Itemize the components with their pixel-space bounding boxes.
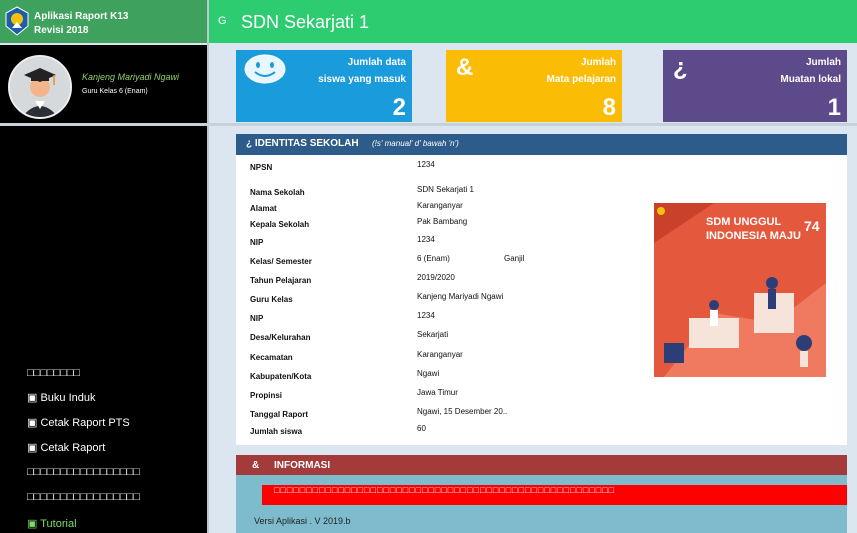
identity-value[interactable]: 2019/2020	[417, 273, 455, 282]
identity-value[interactable]: Kanjeng Mariyadi Ngawi	[417, 292, 503, 301]
poster-badge: 74	[804, 218, 820, 234]
graduate-avatar-icon	[10, 57, 70, 117]
identity-label: Kelas/ Semester	[250, 257, 312, 266]
card-subjects-label-2: Mata pelajaran	[546, 74, 616, 85]
identity-value[interactable]: 6 (Enam)	[417, 254, 450, 263]
identity-label: Guru Kelas	[250, 295, 293, 304]
sidebar: □□□□□□□□ ▣ Buku Induk ▣ Cetak Raport PTS…	[0, 126, 207, 533]
card-students: Jumlah data siswa yang masuk 2	[236, 50, 412, 122]
hut-ri-poster-illustration: SDM UNGGUL INDONESIA MAJU 74	[654, 203, 826, 377]
identity-label: Nama Sekolah	[250, 188, 305, 197]
user-role: Guru Kelas 6 (Enam)	[82, 88, 148, 95]
info-title: INFORMASI	[274, 460, 331, 471]
identity-value[interactable]: 1234	[417, 311, 435, 320]
identity-value[interactable]: Karanganyar	[417, 350, 463, 359]
marquee-text: □□□□□□□□□□□□□□□□□□□□□□□□□□□□□□□□□□□□□□□□…	[274, 485, 616, 495]
card-local-value: 1	[827, 94, 841, 121]
user-name: Kanjeng Mariyadi Ngawi	[82, 72, 180, 82]
identity-value[interactable]: Pak Bambang	[417, 217, 467, 226]
info-panel: & INFORMASI □□□□□□□□□□□□□□□□□□□□□□□□□□□□…	[236, 455, 847, 533]
identity-label: Alamat	[250, 204, 277, 213]
poster-image: SDM UNGGUL INDONESIA MAJU 74	[654, 203, 826, 377]
identity-value[interactable]: 1234	[417, 235, 435, 244]
identity-value[interactable]: Karanganyar	[417, 201, 463, 210]
identity-label: Tahun Pelajaran	[250, 276, 312, 285]
app-brand: Aplikasi Raport K13 Revisi 2018	[0, 0, 207, 43]
vertical-divider	[207, 0, 209, 533]
identity-extra-value[interactable]: Ganjil	[504, 254, 524, 263]
identity-subtitle: (!s' manual' d' bawah 'n')	[372, 139, 459, 148]
identity-label: Kepala Sekolah	[250, 220, 310, 229]
sidebar-item-unlabeled-2[interactable]: □□□□□□□□□□□□□□□□□	[27, 491, 140, 503]
identity-value[interactable]: SDN Sekarjati 1	[417, 185, 474, 194]
card-subjects-value: 8	[602, 94, 616, 121]
identity-value[interactable]: 1234	[417, 160, 435, 169]
sidebar-item-home[interactable]: □□□□□□□□	[27, 367, 80, 379]
card-local-content: ¿ Jumlah Muatan lokal 1	[663, 50, 847, 122]
sidebar-item-cetak-raport[interactable]: ▣ Cetak Raport	[27, 441, 105, 454]
ampersand-icon: &	[456, 54, 474, 81]
card-students-value: 2	[392, 94, 406, 121]
smiley-icon	[244, 54, 286, 84]
poster-line1: SDM UNGGUL	[706, 216, 781, 228]
card-subjects-label-1: Jumlah	[580, 57, 616, 68]
identity-label: Tanggal Raport	[250, 410, 309, 419]
tut-wuri-logo-icon	[5, 6, 29, 36]
sidebar-item-tutorial[interactable]: ▣ Tutorial	[27, 517, 77, 530]
identity-value[interactable]: 60	[417, 424, 426, 433]
brand-title: Aplikasi Raport K13	[34, 11, 129, 22]
identity-label: Kecamatan	[250, 353, 293, 362]
identity-value[interactable]: Ngawi, 15 Desember 20..	[417, 407, 507, 416]
identity-label: Jumlah siswa	[250, 427, 303, 436]
app-version: Versi Aplikasi . V 2019.b	[254, 516, 351, 526]
identity-title: ¿ IDENTITAS SEKOLAH	[246, 138, 359, 149]
identity-label: Desa/Kelurahan	[250, 333, 311, 342]
identity-value[interactable]: Ngawi	[417, 369, 439, 378]
identity-label: NIP	[250, 314, 264, 323]
identity-label: Propinsi	[250, 391, 283, 400]
info-header: & INFORMASI	[236, 455, 847, 475]
identity-header: ¿ IDENTITAS SEKOLAH (!s' manual' d' bawa…	[236, 134, 847, 155]
poster-line2: INDONESIA MAJU	[706, 230, 801, 242]
identity-value[interactable]: Jawa Timur	[417, 388, 458, 397]
user-profile: Kanjeng Mariyadi Ngawi Guru Kelas 6 (Ena…	[0, 45, 207, 123]
card-students-label-2: siswa yang masuk	[318, 74, 406, 85]
identity-label: NPSN	[250, 163, 273, 172]
top-header: G SDN Sekarjati 1	[209, 0, 857, 43]
brand-revision: Revisi 2018	[34, 25, 89, 36]
sidebar-item-unlabeled-1[interactable]: □□□□□□□□□□□□□□□□□	[27, 466, 140, 478]
sidebar-item-cetak-raport-pts[interactable]: ▣ Cetak Raport PTS	[27, 416, 130, 429]
info-icon: &	[252, 460, 260, 471]
card-local-label-2: Muatan lokal	[780, 74, 841, 85]
header-glyph: G	[218, 15, 227, 27]
identity-label: Kabupaten/Kota	[250, 372, 312, 381]
inverted-question-icon: ¿	[673, 54, 688, 81]
school-title: SDN Sekarjati 1	[241, 12, 370, 32]
identity-label: NIP	[250, 238, 264, 247]
identity-value[interactable]: Sekarjati	[417, 330, 448, 339]
info-marquee: □□□□□□□□□□□□□□□□□□□□□□□□□□□□□□□□□□□□□□□□…	[262, 485, 847, 505]
card-students-label-1: Jumlah data	[347, 57, 406, 68]
card-subjects: & Jumlah Mata pelajaran 8	[446, 50, 622, 122]
sidebar-item-buku-induk[interactable]: ▣ Buku Induk	[27, 391, 96, 404]
avatar	[8, 55, 72, 119]
card-local-label-1: Jumlah	[805, 57, 841, 68]
